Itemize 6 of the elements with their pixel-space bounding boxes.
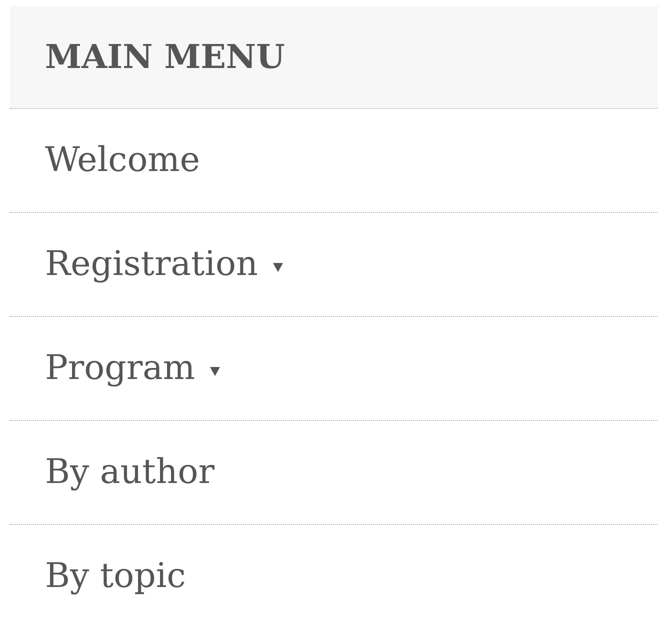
menu-link[interactable]: Registration <box>45 244 258 284</box>
menu-link[interactable]: By author <box>45 452 214 492</box>
menu-link[interactable]: By topic <box>45 556 186 596</box>
menu-link[interactable]: Program <box>45 348 196 388</box>
menu-link[interactable]: Welcome <box>45 140 200 180</box>
menu-title: MAIN MENU <box>45 37 285 77</box>
